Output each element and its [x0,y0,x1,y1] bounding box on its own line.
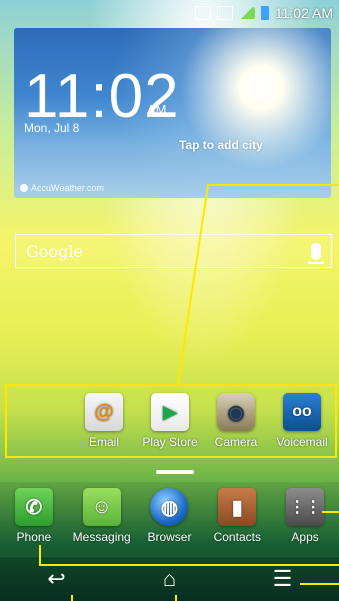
accuweather-logo: AccuWeather.com [20,183,104,193]
page-indicator [156,470,194,474]
apps-grid-icon: ⋮⋮ [286,488,325,526]
home-button[interactable]: ⌂ [140,566,200,592]
battery-icon [260,6,269,20]
voicemail-icon: oo [283,393,321,431]
dock-messaging[interactable]: ☺ Messaging [70,488,134,544]
add-city-link[interactable]: Tap to add city [179,138,263,152]
app-voicemail[interactable]: oo Voicemail [269,393,335,449]
status-time: 11:02 AM [274,5,333,21]
back-button[interactable]: ↩ [27,566,87,592]
app-camera[interactable]: ◉ Camera [203,393,269,449]
navigation-bar: ↩ ⌂ ☰ [0,557,339,601]
status-bar: 11:02 AM [0,0,339,26]
email-icon: @ [85,393,123,431]
dock-browser[interactable]: ◍ Browser [137,488,201,544]
weather-widget[interactable]: 11:02 AM Mon, Jul 8 Tap to add city Accu… [14,28,331,198]
widget-date: Mon, Jul 8 [24,121,80,135]
app-dock: ✆ Phone ☺ Messaging ◍ Browser ▮ Contacts… [0,482,339,556]
browser-icon: ◍ [150,488,189,526]
accuweather-dot-icon [20,184,28,192]
dock-contacts[interactable]: ▮ Contacts [205,488,269,544]
app-email[interactable]: @ Email [71,393,137,449]
app-play-store[interactable]: ▶ Play Store [137,393,203,449]
nfc-icon [216,6,233,20]
screen-mirror-icon [194,6,211,20]
widget-ampm: AM [147,102,167,117]
contacts-icon: ▮ [218,488,257,526]
widget-clock: 11:02 [24,62,180,131]
dock-phone[interactable]: ✆ Phone [2,488,66,544]
signal-icon [238,7,255,19]
camera-icon: ◉ [217,393,255,431]
dock-apps[interactable]: ⋮⋮ Apps [273,488,337,544]
callout-widget-line [177,184,339,385]
phone-icon: ✆ [14,488,53,526]
messaging-icon: ☺ [82,488,121,526]
mic-icon[interactable] [308,242,324,264]
google-search-bar[interactable]: Google [15,234,332,268]
menu-button[interactable]: ☰ [253,566,313,592]
google-logo: Google [26,241,83,261]
play-store-icon: ▶ [151,393,189,431]
favorites-tray: @ Email ▶ Play Store ◉ Camera oo Voicema… [5,384,337,458]
